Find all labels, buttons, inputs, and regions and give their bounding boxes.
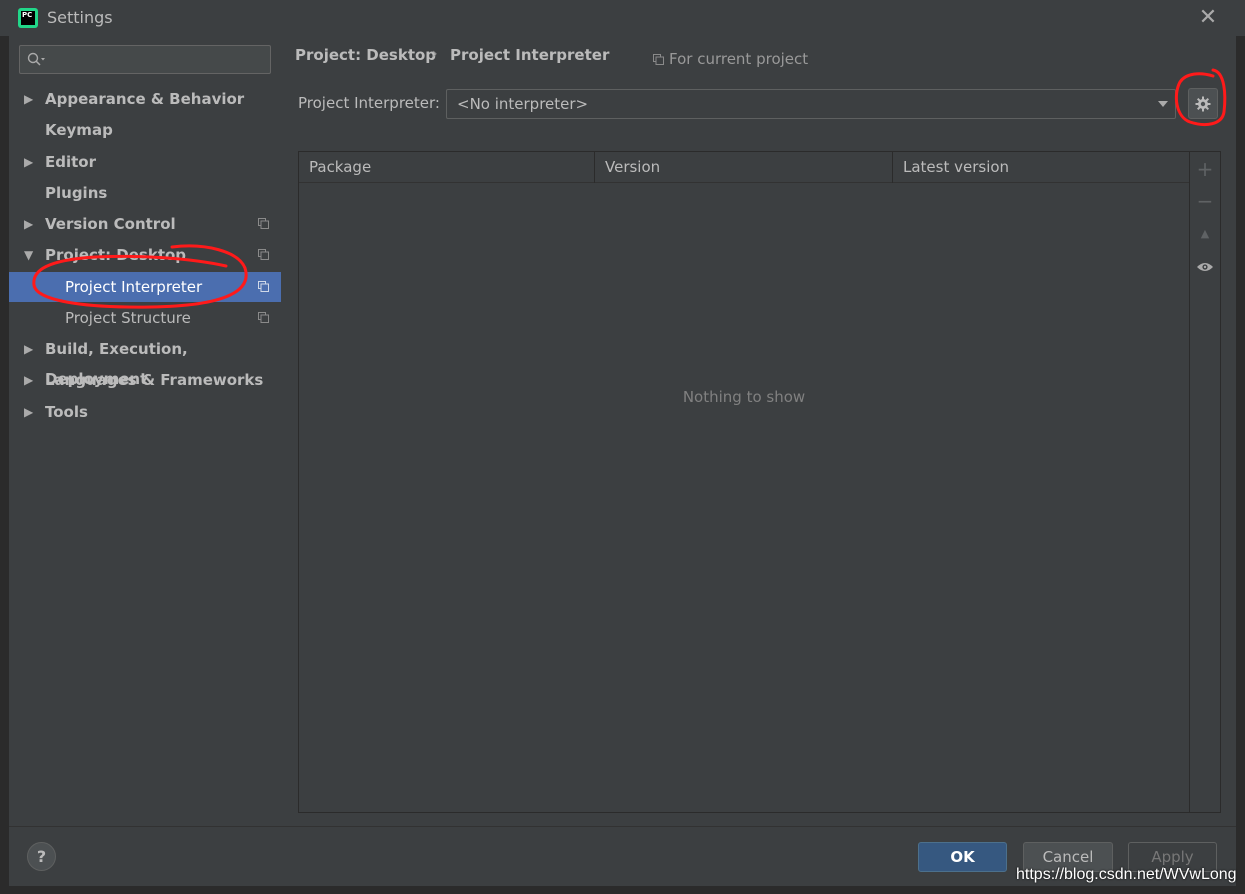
chevron-right-icon: ▶	[24, 405, 34, 419]
breadcrumb-project-desktop[interactable]: Project: Desktop	[295, 46, 436, 64]
sidebar-item-label: Languages & Frameworks	[45, 371, 264, 389]
app-logo-text: PC	[22, 11, 33, 19]
sidebar-item-languages-frameworks[interactable]: ▶ Languages & Frameworks	[9, 365, 281, 395]
table-header: Package Version Latest version	[299, 152, 1189, 183]
column-header-package[interactable]: Package	[299, 152, 595, 183]
chevron-down-icon: ▼	[24, 248, 34, 262]
sidebar-item-build-execution-deployment[interactable]: ▶ Build, Execution, Deployment	[9, 334, 281, 388]
column-header-latest-version[interactable]: Latest version	[893, 152, 1189, 183]
sidebar-item-project-desktop[interactable]: ▼ Project: Desktop	[9, 240, 281, 270]
project-scope-icon	[258, 281, 269, 292]
sidebar-item-label: Tools	[45, 403, 88, 421]
sidebar-item-label: Project Structure	[65, 309, 191, 327]
empty-table-message: Nothing to show	[682, 388, 806, 406]
project-scope-icon	[653, 54, 664, 65]
search-icon	[27, 52, 45, 66]
close-icon[interactable]: ✕	[1196, 6, 1220, 30]
sidebar-item-tools[interactable]: ▶ Tools	[9, 397, 281, 427]
show-early-releases-button[interactable]	[1191, 252, 1219, 280]
project-scope-icon	[258, 312, 269, 323]
watermark-url: https://blog.csdn.net/WVwLong	[1016, 866, 1237, 883]
background-window-right	[1236, 0, 1245, 894]
packages-table[interactable]: Package Version Latest version Nothing t…	[298, 151, 1190, 813]
help-button[interactable]: ?	[27, 842, 56, 871]
sidebar-item-label: Version Control	[45, 215, 176, 233]
interpreter-settings-button[interactable]	[1188, 88, 1218, 119]
sidebar-item-keymap[interactable]: Keymap	[9, 115, 281, 145]
chevron-right-icon: ▶	[24, 217, 34, 231]
chevron-right-icon: ▶	[24, 155, 34, 169]
sidebar-item-label: Project: Desktop	[45, 246, 187, 264]
sidebar-item-label: Plugins	[45, 184, 108, 202]
sidebar-item-editor[interactable]: ▶ Editor	[9, 147, 281, 177]
interpreter-value: <No interpreter>	[457, 95, 589, 113]
breadcrumb-project-interpreter: Project Interpreter	[450, 46, 610, 64]
chevron-right-icon: ▶	[24, 92, 34, 106]
window-title: Settings	[47, 8, 113, 27]
title-bar	[0, 0, 1245, 36]
eye-icon	[1197, 263, 1213, 271]
breadcrumb-separator: ›	[432, 46, 438, 62]
sidebar-item-label: Editor	[45, 153, 96, 171]
sidebar-item-label: Keymap	[45, 121, 113, 139]
chevron-right-icon: ▶	[24, 373, 34, 387]
search-input[interactable]	[19, 45, 271, 74]
interpreter-dropdown[interactable]: <No interpreter>	[446, 89, 1176, 119]
gear-icon	[1195, 96, 1211, 112]
chevron-right-icon: ▶	[24, 342, 34, 356]
project-scope-icon	[258, 249, 269, 260]
sidebar-item-label: Project Interpreter	[65, 278, 203, 296]
project-scope-icon	[258, 218, 269, 229]
sidebar-item-project-interpreter[interactable]: Project Interpreter	[9, 272, 281, 302]
dropdown-arrow-icon	[1158, 101, 1168, 107]
add-package-button[interactable]: +	[1191, 155, 1219, 183]
column-header-version[interactable]: Version	[595, 152, 893, 183]
remove-package-button[interactable]: −	[1191, 187, 1219, 215]
sidebar-item-version-control[interactable]: ▶ Version Control	[9, 209, 281, 239]
sidebar-item-project-structure[interactable]: Project Structure	[9, 303, 281, 333]
sidebar-item-plugins[interactable]: Plugins	[9, 178, 281, 208]
pycharm-logo-icon: PC	[18, 8, 38, 28]
table-toolbar	[1190, 151, 1221, 813]
scope-label: For current project	[669, 50, 809, 68]
background-window-left	[0, 0, 9, 894]
sidebar-item-appearance-behavior[interactable]: ▶ Appearance & Behavior	[9, 84, 281, 114]
ok-button[interactable]: OK	[918, 842, 1007, 872]
background-window-bottom	[0, 886, 1245, 894]
upgrade-package-button[interactable]: ▲	[1191, 220, 1219, 248]
interpreter-label: Project Interpreter:	[298, 94, 440, 112]
sidebar-item-label: Appearance & Behavior	[45, 90, 245, 108]
